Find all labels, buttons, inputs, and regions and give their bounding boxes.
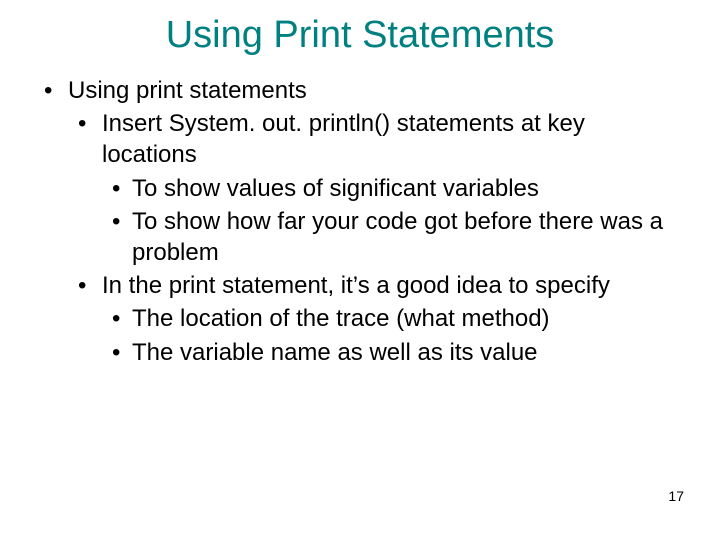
bullet-l3b-text: To show how far your code got before the…	[132, 208, 663, 266]
bullet-l2a-code: System. out. println()	[169, 110, 390, 137]
bullet-list-l3b: The location of the trace (what method) …	[102, 303, 680, 367]
bullet-l2b-text: In the print statement, it’s a good idea…	[102, 272, 610, 299]
bullet-l3c-text: The location of the trace (what method)	[132, 305, 550, 332]
page-number: 17	[668, 488, 684, 504]
bullet-l2-specify: In the print statement, it’s a good idea…	[68, 270, 680, 368]
bullet-l3-values: To show values of significant variables	[102, 173, 680, 204]
bullet-list: Using print statements Insert System. ou…	[40, 75, 680, 368]
bullet-l3-howfar: To show how far your code got before the…	[102, 206, 680, 268]
bullet-l1: Using print statements Insert System. ou…	[40, 75, 680, 368]
bullet-l3-location: The location of the trace (what method)	[102, 303, 680, 334]
bullet-l3a-text: To show values of significant variables	[132, 175, 539, 202]
slide-title: Using Print Statements	[40, 14, 680, 57]
bullet-l2-insert: Insert System. out. println() statements…	[68, 108, 680, 268]
bullet-l3d-text: The variable name as well as its value	[132, 339, 538, 366]
bullet-l3-varname: The variable name as well as its value	[102, 337, 680, 368]
slide: Using Print Statements Using print state…	[0, 0, 720, 540]
bullet-l1-text: Using print statements	[68, 77, 307, 104]
bullet-list-l2: Insert System. out. println() statements…	[68, 108, 680, 368]
bullet-list-l3a: To show values of significant variables …	[102, 173, 680, 269]
bullet-l2a-pre: Insert	[102, 110, 169, 137]
